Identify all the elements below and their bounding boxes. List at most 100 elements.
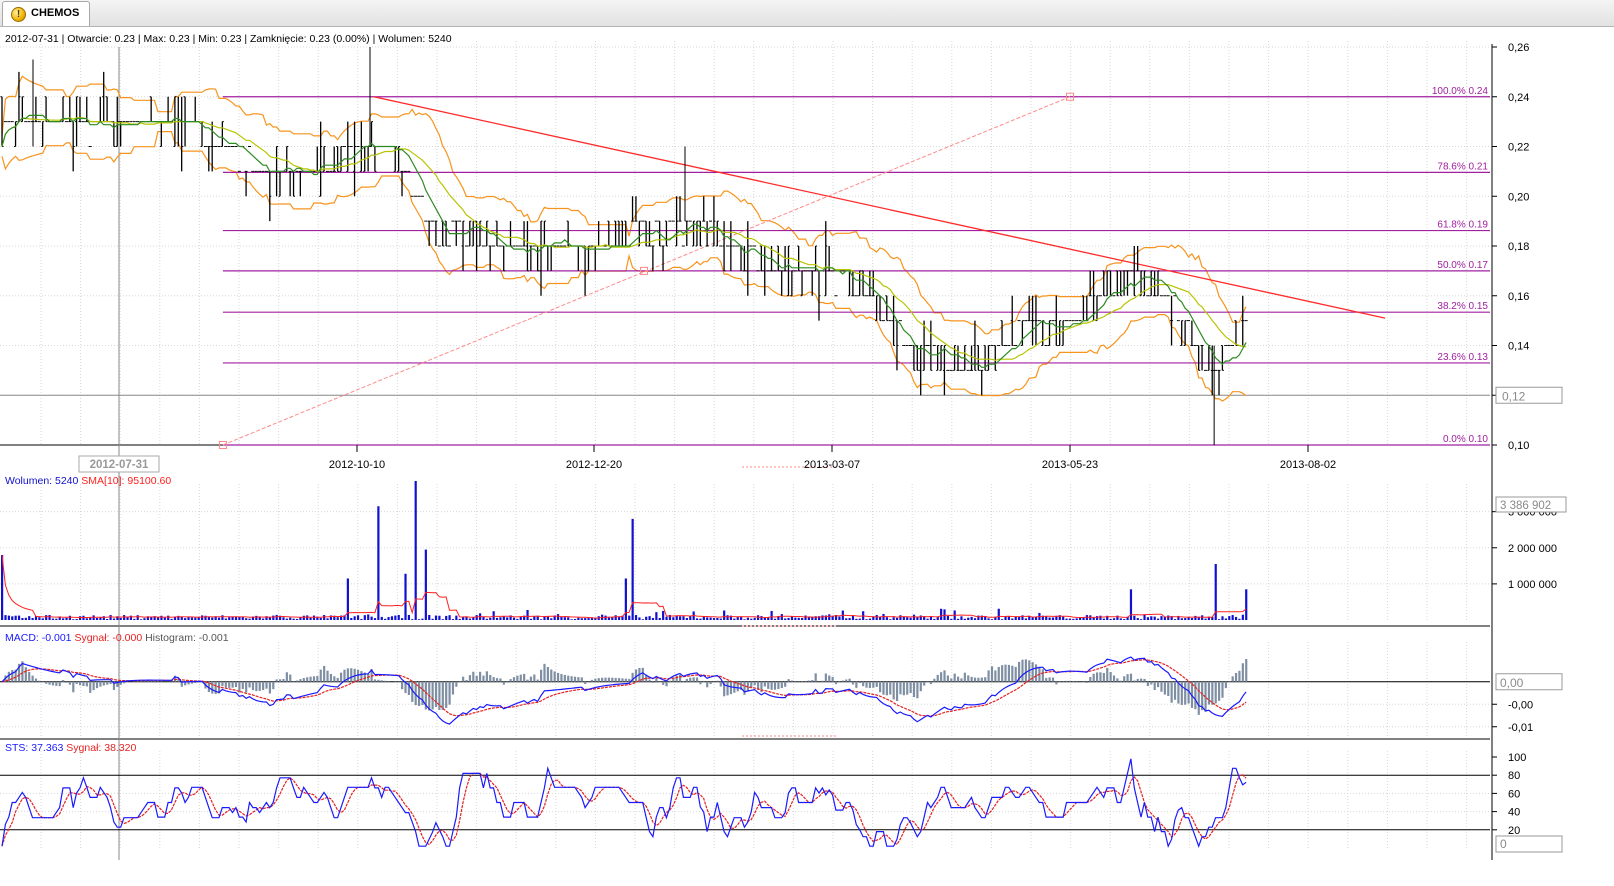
macd-histogram-bar bbox=[1224, 681, 1227, 689]
volume-bar bbox=[85, 618, 88, 620]
volume-bar bbox=[156, 617, 160, 620]
volume-bar bbox=[529, 618, 533, 620]
volume-bar bbox=[370, 616, 373, 620]
sts-legend-value: STS: 37.363 bbox=[5, 742, 64, 754]
volume-bar bbox=[1095, 616, 1099, 620]
volume-bar bbox=[468, 618, 472, 620]
macd-histogram-bar bbox=[1177, 681, 1180, 704]
date-cursor-label: 2012-07-31 bbox=[90, 459, 149, 471]
macd-histogram-bar bbox=[272, 681, 275, 690]
volume-bar bbox=[868, 618, 872, 620]
volume-bar bbox=[1024, 618, 1027, 620]
trend-lines bbox=[218, 92, 1386, 737]
volume-bar bbox=[709, 617, 712, 620]
macd-histogram-bar bbox=[262, 681, 265, 691]
macd-histogram-bar bbox=[28, 671, 31, 682]
fib-label: 61.8% 0.19 bbox=[1437, 220, 1488, 231]
macd-histogram-bar bbox=[1143, 678, 1146, 682]
macd-histogram-bar bbox=[767, 681, 770, 689]
volume-bar bbox=[245, 618, 248, 620]
volume-bar bbox=[170, 618, 173, 620]
volume-bar bbox=[1133, 615, 1136, 620]
macd-histogram-bar bbox=[862, 681, 865, 687]
info-max-label: Max: bbox=[144, 33, 167, 45]
volume-bar bbox=[1146, 617, 1150, 620]
volume-bar bbox=[387, 617, 390, 620]
macd-histogram-bar bbox=[729, 681, 733, 695]
macd-histogram-bar bbox=[58, 681, 61, 687]
macd-histogram-bar bbox=[431, 681, 434, 710]
volume-bar bbox=[889, 619, 892, 620]
volume-bar bbox=[295, 618, 299, 620]
macd-histogram-bar bbox=[523, 673, 526, 682]
macd-histogram-bar bbox=[34, 678, 38, 682]
volume-bar bbox=[306, 615, 309, 620]
volume-bar bbox=[614, 615, 617, 620]
macd-histogram-bar bbox=[719, 681, 722, 687]
macd-histogram-bar bbox=[994, 670, 997, 682]
volume-bar bbox=[607, 617, 611, 620]
volume-bar bbox=[1112, 618, 1116, 620]
macd-histogram-bar bbox=[753, 681, 756, 686]
volume-bar bbox=[275, 614, 278, 620]
macd-histogram-bar bbox=[940, 672, 943, 682]
macd-histogram-bar bbox=[777, 681, 780, 690]
volume-bar bbox=[360, 618, 363, 620]
volume-bar bbox=[211, 617, 214, 620]
date-tick-label: 2013-08-02 bbox=[1280, 459, 1336, 471]
macd-histogram-bar bbox=[1068, 680, 1072, 682]
chart-area[interactable]: 2012-07-31 | Otwarcie: 0.23 | Max: 0.23 … bbox=[0, 26, 1614, 886]
macd-histogram-bar bbox=[146, 681, 149, 682]
macd-histogram-bar bbox=[662, 681, 665, 685]
volume-bar bbox=[160, 615, 163, 620]
volume-bar bbox=[1109, 618, 1112, 620]
volume-bar bbox=[417, 619, 421, 620]
macd-histogram-bar bbox=[1160, 681, 1163, 692]
volume-bar bbox=[895, 617, 899, 620]
volume-bar bbox=[167, 615, 170, 620]
macd-histogram-bar bbox=[831, 676, 834, 682]
volume-bar bbox=[262, 618, 265, 620]
macd-histogram-bar bbox=[617, 678, 621, 682]
volume-bar bbox=[1234, 616, 1238, 620]
macd-histogram-bar bbox=[51, 681, 55, 686]
volume-bar bbox=[960, 616, 963, 620]
volume-bar bbox=[1068, 618, 1072, 620]
volume-bar bbox=[24, 617, 27, 620]
macd-histogram-bar bbox=[828, 675, 831, 682]
volume-bar bbox=[651, 618, 655, 620]
macd-histogram-bar bbox=[499, 678, 502, 682]
volume-bar bbox=[1190, 618, 1194, 620]
volume-bar bbox=[543, 616, 546, 620]
volume-bar bbox=[689, 616, 692, 620]
macd-histogram-bar bbox=[563, 674, 566, 682]
info-max: 0.23 bbox=[169, 33, 190, 45]
macd-histogram-bar bbox=[824, 673, 827, 682]
volume-bar bbox=[326, 618, 329, 620]
volume-bar bbox=[1099, 615, 1102, 620]
volume-bar bbox=[445, 615, 448, 620]
volume-bar bbox=[679, 616, 682, 620]
tab-chemos[interactable]: ! CHEMOS bbox=[2, 1, 90, 26]
macd-histogram-bar bbox=[458, 680, 461, 682]
volume-bar bbox=[512, 617, 516, 620]
volume-bar bbox=[797, 617, 800, 620]
volume-bar bbox=[648, 616, 651, 620]
volume-bar bbox=[292, 618, 295, 620]
macd-histogram-bar bbox=[1001, 665, 1004, 682]
volume-bar bbox=[1014, 616, 1017, 620]
volume-bar bbox=[580, 618, 583, 620]
volume-bar bbox=[163, 617, 166, 620]
macd-histogram-bar bbox=[956, 676, 960, 682]
macd-histogram-bar bbox=[1024, 659, 1027, 682]
macd-histogram-bar bbox=[706, 681, 709, 688]
macd-histogram-bar bbox=[241, 681, 244, 689]
volume-bar bbox=[828, 614, 831, 620]
volume-bar bbox=[865, 619, 868, 620]
macd-histogram-bar bbox=[1007, 664, 1011, 682]
macd-histogram-bar bbox=[1089, 677, 1092, 682]
volume-bar bbox=[550, 618, 553, 620]
tab-bar: ! CHEMOS bbox=[0, 0, 1614, 27]
macd-histogram-bar bbox=[468, 675, 472, 682]
volume-bar bbox=[1001, 619, 1004, 620]
